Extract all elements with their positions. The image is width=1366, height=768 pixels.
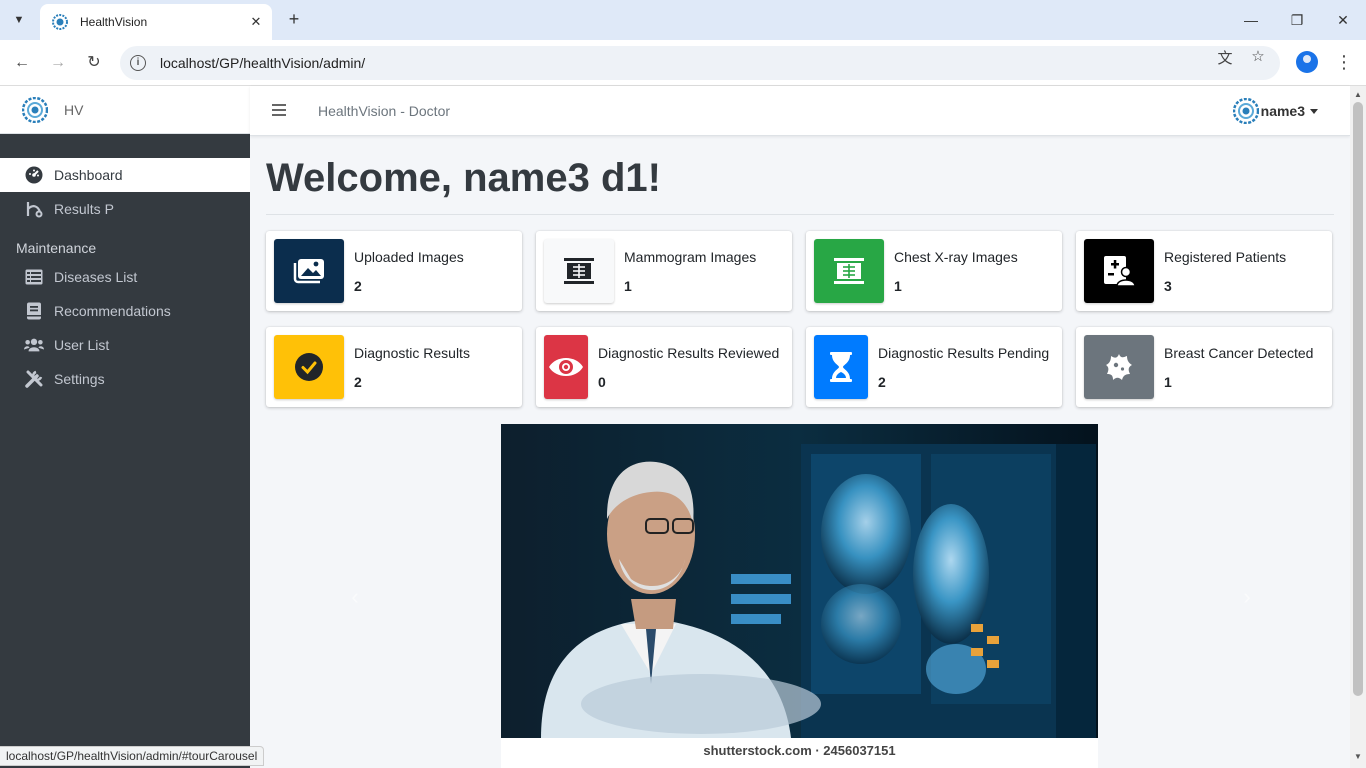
sidebar-item-label: User List	[54, 337, 110, 353]
url-text[interactable]: localhost/GP/healthVision/admin/	[160, 55, 1280, 71]
user-dropdown[interactable]: name3	[1232, 98, 1318, 124]
sidebar-item-label: Results P	[54, 201, 114, 217]
brand-link[interactable]: HV	[0, 86, 250, 134]
close-window-button[interactable]: ✕	[1328, 8, 1358, 32]
stat-value: 1	[894, 277, 902, 294]
stats-grid: Uploaded Images 2 Mammogram Images 1 Che…	[266, 231, 1334, 407]
stat-value: 2	[354, 373, 362, 390]
healthvision-favicon-icon	[52, 14, 68, 30]
scrollbar-thumb[interactable]	[1353, 102, 1363, 696]
check-circle-icon	[274, 335, 344, 399]
sidebar-section-header: Maintenance	[16, 240, 97, 256]
stat-value: 2	[878, 373, 886, 390]
close-tab-icon[interactable]: ✕	[246, 14, 266, 30]
browser-toolbar: ← → ↻ i localhost/GP/healthVision/admin/…	[0, 40, 1366, 86]
stat-value: 1	[1164, 373, 1172, 390]
stat-label: Uploaded Images	[354, 248, 464, 265]
scroll-down-icon[interactable]: ▼	[1350, 750, 1366, 764]
welcome-heading: Welcome, name3 d1!	[266, 156, 661, 200]
stat-value: 0	[598, 373, 606, 390]
stat-value: 3	[1164, 277, 1172, 294]
stat-label: Chest X-ray Images	[894, 248, 1018, 265]
stat-card-diagnostic-results-reviewed: Diagnostic Results Reviewed 0	[536, 327, 792, 407]
sidebar-item-results[interactable]: Results P	[0, 192, 250, 226]
main-content: Welcome, name3 d1! Uploaded Images 2 Mam…	[266, 136, 1334, 407]
users-icon	[24, 335, 44, 355]
new-tab-button[interactable]: +	[282, 8, 306, 32]
browser-tab[interactable]: HealthVision ✕	[40, 4, 272, 40]
sidebar-item-diseases-list[interactable]: Diseases List	[0, 260, 250, 294]
sidebar: HV Dashboard Results P Maintenance Disea…	[0, 86, 250, 768]
carousel-slide-image: shutterstock.com · 2456037151	[501, 424, 1098, 768]
hourglass-icon	[814, 335, 868, 399]
top-navbar: HealthVision - Doctor name3	[250, 86, 1350, 136]
stat-label: Registered Patients	[1164, 248, 1287, 265]
doctor-xray-photo	[501, 424, 1098, 738]
table-list-icon	[24, 267, 44, 287]
dashboard-icon	[24, 165, 44, 185]
sidebar-item-user-list[interactable]: User List	[0, 328, 250, 362]
stat-card-diagnostic-results: Diagnostic Results 2	[266, 327, 522, 407]
tab-title: HealthVision	[80, 15, 148, 29]
app-title[interactable]: HealthVision - Doctor	[318, 103, 450, 119]
link-status-bar: localhost/GP/healthVision/admin/#tourCar…	[0, 746, 265, 766]
back-button[interactable]: ←	[9, 50, 35, 76]
stat-card-registered-patients: Registered Patients 3	[1076, 231, 1332, 311]
restore-button[interactable]: ❐	[1282, 8, 1312, 32]
tools-icon	[24, 369, 44, 389]
stat-label: Mammogram Images	[624, 248, 757, 265]
stat-label: Breast Cancer Detected	[1164, 344, 1314, 361]
chevron-down-icon	[1310, 108, 1318, 114]
stat-label: Diagnostic Results Pending	[878, 344, 1050, 361]
sidebar-item-recommendations[interactable]: Recommendations	[0, 294, 250, 328]
translate-icon[interactable]: 文	[1214, 47, 1236, 69]
tab-search-button[interactable]: ▼	[6, 8, 32, 32]
stat-value: 1	[624, 277, 632, 294]
scroll-up-icon[interactable]: ▲	[1350, 88, 1366, 102]
eye-icon	[544, 335, 588, 399]
sidebar-item-label: Settings	[54, 371, 105, 387]
patient-file-icon	[1084, 239, 1154, 303]
stat-value: 2	[354, 277, 362, 294]
carousel-prev-icon[interactable]: ‹	[340, 584, 370, 614]
stat-label: Diagnostic Results Reviewed	[598, 344, 780, 361]
user-avatar-icon	[1232, 98, 1259, 124]
brand-text: HV	[64, 101, 84, 118]
hamburger-menu-icon[interactable]	[272, 104, 286, 116]
stat-label: Diagnostic Results	[354, 344, 470, 361]
username: name3	[1260, 103, 1305, 119]
carousel-caption: shutterstock.com · 2456037151	[501, 738, 1098, 768]
x-ray-icon	[544, 239, 614, 303]
x-ray-icon	[24, 199, 44, 219]
page-scrollbar[interactable]: ▲ ▼	[1350, 86, 1366, 768]
browser-menu-icon[interactable]: ⋮	[1334, 50, 1354, 76]
stat-card-chest-xray-images: Chest X-ray Images 1	[806, 231, 1062, 311]
forward-button[interactable]: →	[45, 50, 71, 76]
stat-card-mammogram-images: Mammogram Images 1	[536, 231, 792, 311]
site-info-icon[interactable]: i	[130, 55, 146, 71]
bookmark-star-icon[interactable]: ☆	[1247, 47, 1269, 69]
sidebar-item-label: Diseases List	[54, 269, 138, 285]
sidebar-item-label: Dashboard	[54, 167, 123, 183]
divider	[266, 214, 1334, 215]
sidebar-nav: Dashboard Results P Maintenance Diseases…	[0, 134, 250, 396]
carousel-next-icon[interactable]: ›	[1232, 584, 1262, 614]
sidebar-item-settings[interactable]: Settings	[0, 362, 250, 396]
address-bar[interactable]: i localhost/GP/healthVision/admin/	[120, 46, 1280, 80]
browser-tabbar: ▼ HealthVision ✕ + — ❐ ✕	[0, 0, 1366, 40]
reload-button[interactable]: ↻	[81, 50, 107, 76]
sidebar-item-dashboard[interactable]: Dashboard	[0, 158, 250, 192]
profile-avatar-icon[interactable]	[1296, 51, 1318, 73]
x-ray-icon	[814, 239, 884, 303]
book-icon	[24, 301, 44, 321]
images-icon	[274, 239, 344, 303]
stat-card-diagnostic-results-pending: Diagnostic Results Pending 2	[806, 327, 1062, 407]
stat-card-breast-cancer-detected: Breast Cancer Detected 1	[1076, 327, 1332, 407]
stat-card-uploaded-images: Uploaded Images 2	[266, 231, 522, 311]
healthvision-logo-icon	[22, 96, 48, 123]
sidebar-item-label: Recommendations	[54, 303, 171, 319]
virus-icon	[1084, 335, 1154, 399]
minimize-button[interactable]: —	[1236, 8, 1266, 32]
tour-carousel: ‹ shutterstock.com · 2456037151 ›	[266, 424, 1334, 768]
